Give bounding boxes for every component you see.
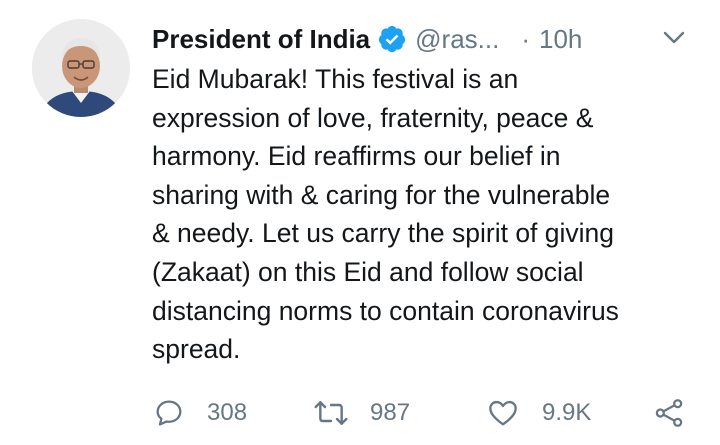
tweet-text: Eid Mubarak! This festival is an express…	[152, 60, 700, 369]
tweet-text-line: & needy. Let us carry the spirit of givi…	[152, 218, 615, 249]
verified-badge-icon	[377, 24, 407, 54]
retweet-button[interactable]: 987	[312, 395, 410, 431]
reply-icon	[153, 397, 185, 429]
reply-button[interactable]: 308	[153, 395, 247, 431]
chevron-down-icon[interactable]	[663, 30, 685, 46]
tweet-timestamp[interactable]: 10h	[539, 24, 582, 55]
tweet-text-line: Eid Mubarak! This festival is an	[152, 64, 519, 94]
separator-dot: ·	[521, 23, 531, 54]
author-name[interactable]: President of India	[152, 24, 370, 55]
avatar-image	[32, 19, 130, 117]
tweet-text-line: harmony. Eid reaffirms our belief in	[152, 141, 561, 172]
reply-count: 308	[207, 399, 248, 426]
tweet-text-line: spread.	[152, 334, 241, 365]
heart-icon	[486, 397, 520, 429]
like-button[interactable]: 9.9K	[486, 395, 591, 431]
share-icon	[652, 397, 686, 429]
tweet-text-line: distancing norms to contain coronavirus	[152, 295, 619, 326]
tweet-header: President of India @ras... · 10h	[152, 22, 582, 56]
retweet-icon	[312, 397, 350, 429]
tweet-text-line: sharing with & caring for the vulnerable	[152, 179, 611, 210]
tweet-text-line: (Zakaat) on this Eid and follow social	[152, 256, 584, 287]
tweet-actions: 308 987 9.9K	[0, 395, 720, 431]
tweet-text-line: expression of love, fraternity, peace &	[152, 102, 594, 133]
share-button[interactable]	[652, 395, 686, 431]
like-count: 9.9K	[542, 399, 592, 426]
avatar[interactable]	[32, 19, 130, 117]
retweet-count: 987	[370, 399, 411, 426]
author-handle[interactable]: @ras...	[415, 24, 499, 55]
